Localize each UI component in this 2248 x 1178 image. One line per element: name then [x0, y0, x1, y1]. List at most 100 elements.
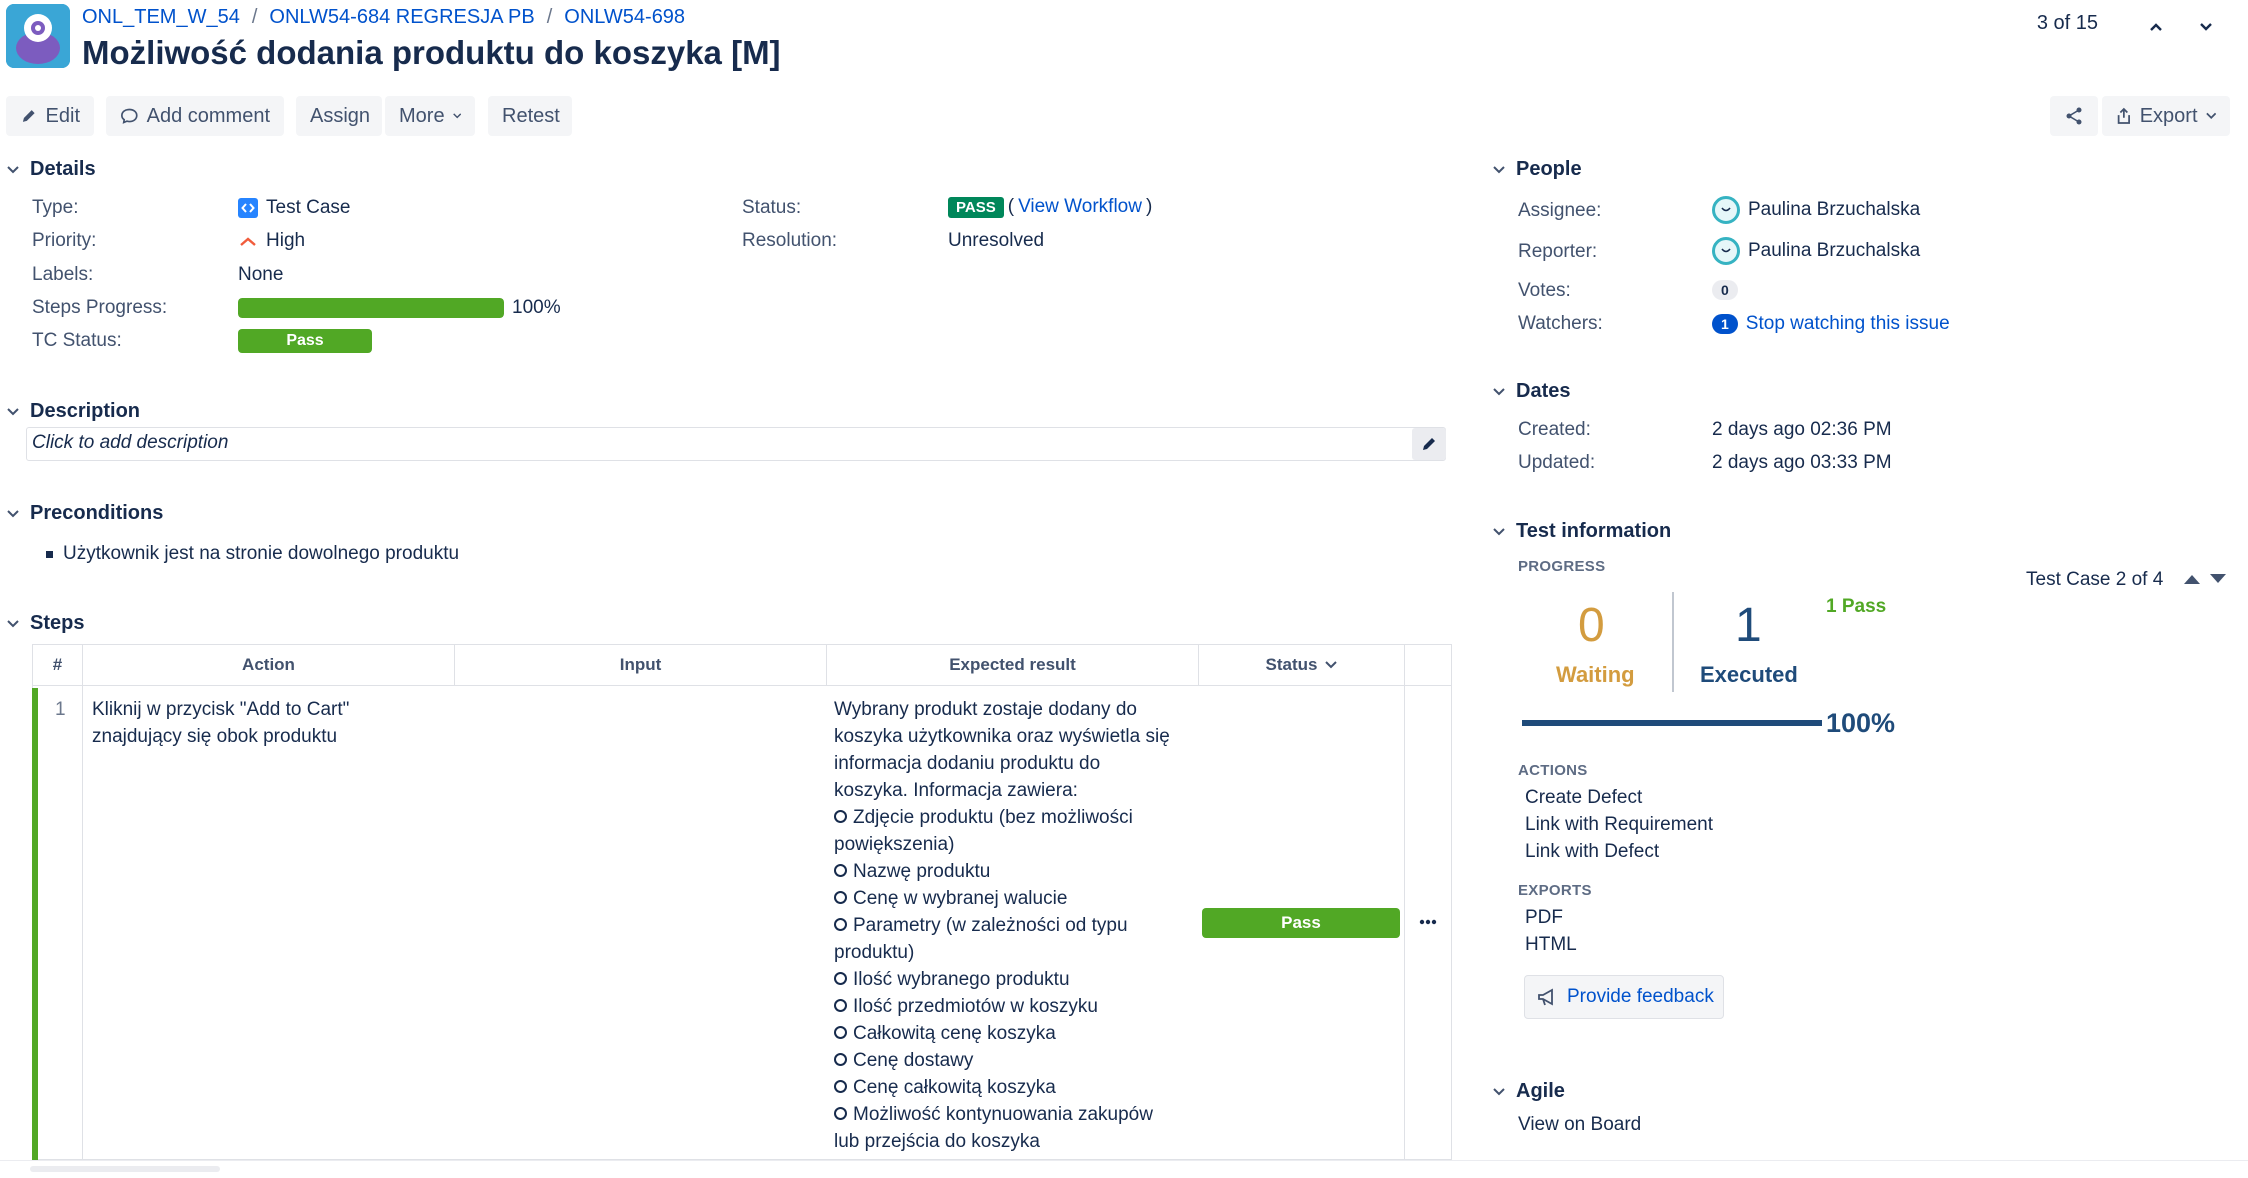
pencil-icon [1423, 438, 1435, 450]
expected-item: Nazwę produktu [834, 858, 1194, 885]
export-button[interactable]: Export [2102, 96, 2230, 136]
view-on-board-link[interactable]: View on Board [1518, 1114, 1641, 1136]
scroll-divider [0, 1160, 2248, 1161]
test-case-nav-label: Test Case 2 of 4 [2026, 569, 2164, 590]
previous-issue-button[interactable] [2136, 12, 2176, 42]
link-with-requirement-link[interactable]: Link with Requirement [1525, 814, 1713, 836]
dates-heading: Dates [1516, 380, 1571, 402]
circle-bullet-icon [834, 891, 847, 904]
agile-heading: Agile [1516, 1080, 1565, 1102]
actions-label: ACTIONS [1518, 762, 1588, 779]
breadcrumb-project[interactable]: ONL_TEM_W_54 [82, 6, 240, 29]
resolution-label: Resolution: [742, 230, 838, 251]
expected-item-text: Całkowitą cenę koszyka [853, 1023, 1056, 1044]
previous-test-case-button[interactable] [2182, 572, 2204, 590]
status-badge: PASS [948, 196, 1004, 218]
labels-value[interactable]: None [238, 264, 283, 286]
expected-item-text: Ilość wybranego produktu [853, 969, 1070, 990]
step-expected-result[interactable]: Wybrany produkt zostaje dodany do koszyk… [834, 696, 1194, 1155]
test-information-section-toggle[interactable]: Test information [1492, 520, 1671, 543]
share-button[interactable] [2050, 96, 2098, 136]
expected-item: Cenę całkowitą koszyka [834, 1074, 1194, 1101]
edit-button[interactable]: Edit [6, 96, 94, 136]
column-divider [1404, 686, 1405, 1160]
circle-bullet-icon [834, 1053, 847, 1066]
created-value: 2 days ago 02:36 PM [1712, 419, 1892, 440]
steps-section-toggle[interactable]: Steps [6, 612, 84, 635]
description-section-toggle[interactable]: Description [6, 400, 140, 423]
status-value: PASS (View Workflow) [948, 196, 1152, 218]
horizontal-scrollbar[interactable] [30, 1166, 220, 1172]
description-field[interactable] [26, 427, 1446, 461]
assign-button[interactable]: Assign [296, 96, 382, 136]
details-section-toggle[interactable]: Details [6, 158, 96, 181]
votes-value[interactable]: 0 [1712, 280, 1738, 300]
description-edit-button[interactable] [1412, 428, 1446, 460]
assignee-name: Paulina Brzuchalska [1748, 199, 1921, 220]
reporter-value[interactable]: Paulina Brzuchalska [1712, 237, 1920, 265]
provide-feedback-button[interactable]: Provide feedback [1524, 975, 1724, 1019]
watchers-value: 1 Stop watching this issue [1712, 313, 1950, 335]
column-header-status-label: Status [1265, 655, 1318, 674]
reporter-name: Paulina Brzuchalska [1748, 240, 1921, 261]
expected-item-text: powiększenia) [834, 834, 955, 855]
breadcrumb: ONL_TEM_W_54 / ONLW54-684 REGRESJA PB / … [82, 6, 685, 29]
description-placeholder[interactable]: Click to add description [32, 432, 228, 454]
dates-section-toggle[interactable]: Dates [1492, 380, 1570, 403]
expected-item: Całkowitą cenę koszyka [834, 1020, 1194, 1047]
created-label: Created: [1518, 419, 1591, 440]
type-value-text: Test Case [266, 197, 351, 218]
step-number: 1 [55, 699, 66, 720]
breadcrumb-separator: / [251, 6, 258, 28]
column-header-status[interactable]: Status [1199, 645, 1405, 685]
step-action[interactable]: Kliknij w przycisk "Add to Cart" znajduj… [92, 696, 349, 750]
type-label: Type: [32, 197, 79, 218]
people-section-toggle[interactable]: People [1492, 158, 1582, 181]
assignee-value[interactable]: Paulina Brzuchalska [1712, 196, 1920, 224]
watchers-count-badge[interactable]: 1 [1712, 314, 1738, 334]
export-html-link[interactable]: HTML [1525, 934, 1577, 956]
retest-button[interactable]: Retest [488, 96, 572, 136]
tc-status-label: TC Status: [32, 330, 122, 351]
expected-intro-line: koszyka. Informacja zawiera: [834, 780, 1078, 801]
view-workflow-link[interactable]: View Workflow [1018, 196, 1142, 218]
watchers-label: Watchers: [1518, 313, 1603, 334]
priority-label: Priority: [32, 230, 97, 251]
chevron-down-icon [2200, 23, 2212, 31]
breadcrumb-issue-key[interactable]: ONLW54-698 [564, 6, 685, 29]
triangle-down-icon [2210, 574, 2226, 583]
expected-item: Cenę w wybranej walucie [834, 885, 1194, 912]
next-test-case-button[interactable] [2208, 572, 2230, 590]
bullet-icon [46, 550, 53, 558]
expected-item-text: Nazwę produktu [853, 861, 991, 882]
circle-bullet-icon [834, 999, 847, 1012]
step-status-bar [32, 688, 38, 1160]
more-button[interactable]: More [385, 96, 475, 136]
export-pdf-link[interactable]: PDF [1525, 907, 1563, 929]
agile-section-toggle[interactable]: Agile [1492, 1080, 1565, 1103]
expected-item: Parametry (w zależności od typu produktu) [834, 912, 1194, 966]
stop-watching-link[interactable]: Stop watching this issue [1746, 313, 1950, 335]
step-status-dropdown[interactable]: Pass [1202, 908, 1400, 938]
link-with-defect-link[interactable]: Link with Defect [1525, 841, 1659, 863]
tc-status-pill: Pass [238, 329, 372, 353]
add-comment-button[interactable]: Add comment [106, 96, 284, 136]
preconditions-section-toggle[interactable]: Preconditions [6, 502, 163, 525]
expected-items-list: Zdjęcie produktu (bez możliwości powiększ… [834, 804, 1194, 1155]
steps-header-divider [32, 685, 1452, 686]
app-logo-icon[interactable] [6, 4, 70, 68]
step-more-button[interactable] [1416, 910, 1440, 934]
view-workflow-close-paren: ) [1145, 196, 1153, 217]
create-defect-link[interactable]: Create Defect [1525, 787, 1642, 809]
megaphone-icon [1538, 988, 1553, 1006]
updated-label: Updated: [1518, 452, 1596, 473]
chevron-down-icon [452, 113, 461, 119]
expected-item-text: Parametry (w zależności od typu [853, 915, 1128, 936]
breadcrumb-parent-issue[interactable]: ONLW54-684 REGRESJA PB [269, 6, 534, 29]
exports-label: EXPORTS [1518, 882, 1592, 899]
next-issue-button[interactable] [2186, 12, 2226, 42]
circle-bullet-icon [834, 1026, 847, 1039]
column-header-expected: Expected result [827, 645, 1199, 685]
chevron-down-icon [1325, 661, 1338, 669]
column-header-action: Action [83, 645, 455, 685]
